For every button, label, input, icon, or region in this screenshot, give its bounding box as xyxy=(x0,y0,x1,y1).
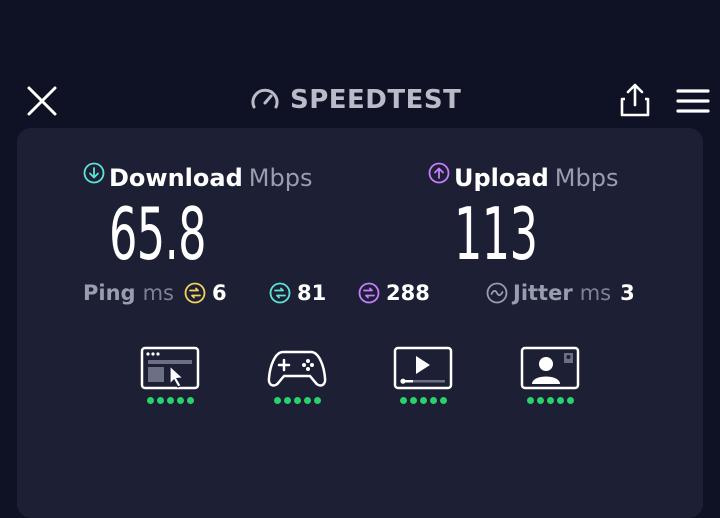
rating-dot xyxy=(439,397,447,404)
jitter-label: Jitter xyxy=(513,281,573,305)
jitter-stat: Jitter ms 3 xyxy=(486,278,635,308)
rating-dot xyxy=(146,397,154,404)
arrow-down-circle-icon xyxy=(83,162,105,184)
upload-value: 113 xyxy=(454,192,538,276)
download-header: Download Mbps xyxy=(83,162,313,192)
speedometer-icon xyxy=(251,88,279,109)
rating-dot xyxy=(556,397,564,404)
ping-idle-value: 6 xyxy=(211,281,227,305)
ping-download-stat: 81 xyxy=(269,278,326,308)
upload-unit: Mbps xyxy=(554,164,619,192)
video-streaming-icon xyxy=(393,346,453,390)
upload-header: Upload Mbps xyxy=(428,162,619,192)
ping-unit: ms xyxy=(142,281,174,305)
share-icon xyxy=(620,83,650,117)
app-title: SPEEDTEST xyxy=(290,85,462,115)
gaming-rating xyxy=(267,397,327,404)
rating-dot xyxy=(283,397,291,404)
download-label: Download xyxy=(109,164,243,192)
rating-dot xyxy=(536,397,544,404)
jitter-icon xyxy=(486,282,508,304)
ping-idle-icon xyxy=(184,282,206,304)
download-unit: Mbps xyxy=(248,164,313,192)
share-button[interactable] xyxy=(618,82,652,118)
video-streaming-rating xyxy=(393,397,453,404)
video-chat-rating xyxy=(520,397,580,404)
rating-dot xyxy=(166,397,174,404)
ping-download-icon xyxy=(269,282,291,304)
video-chat-icon xyxy=(520,346,580,390)
brand: SPEEDTEST xyxy=(250,82,461,118)
rating-dot xyxy=(303,397,311,404)
ping-download-value: 81 xyxy=(297,281,327,305)
results-card: Download Mbps 65.8 Upload Mbps 113 Ping … xyxy=(17,128,703,518)
jitter-unit: ms xyxy=(579,281,612,305)
rating-dot xyxy=(419,397,427,404)
rating-dot xyxy=(293,397,301,404)
web-browsing-rating xyxy=(140,397,200,404)
rating-dot xyxy=(566,397,574,404)
upload-label: Upload xyxy=(454,164,549,192)
gaming-icon xyxy=(267,350,327,387)
rating-dot xyxy=(156,397,164,404)
rating-dot xyxy=(273,397,281,404)
rating-dot xyxy=(176,397,184,404)
jitter-value: 3 xyxy=(620,281,635,305)
menu-button[interactable] xyxy=(676,88,710,114)
download-value: 65.8 xyxy=(109,192,207,276)
rating-dot xyxy=(313,397,321,404)
top-bar: SPEEDTEST xyxy=(0,0,720,128)
rating-dot xyxy=(399,397,407,404)
arrow-up-circle-icon xyxy=(428,162,450,184)
ping-label: Ping xyxy=(83,281,136,305)
rating-dot xyxy=(546,397,554,404)
rating-dot xyxy=(186,397,194,404)
ping-stat: Ping ms 6 xyxy=(83,278,227,308)
close-button[interactable] xyxy=(25,84,59,118)
ping-upload-stat: 288 xyxy=(358,278,430,308)
web-browsing-icon xyxy=(140,346,200,390)
rating-dot xyxy=(429,397,437,404)
ping-upload-value: 288 xyxy=(386,281,430,305)
close-icon xyxy=(27,86,57,116)
rating-dot xyxy=(526,397,534,404)
rating-dot xyxy=(409,397,417,404)
ping-upload-icon xyxy=(358,282,380,304)
hamburger-menu-icon xyxy=(676,89,710,113)
